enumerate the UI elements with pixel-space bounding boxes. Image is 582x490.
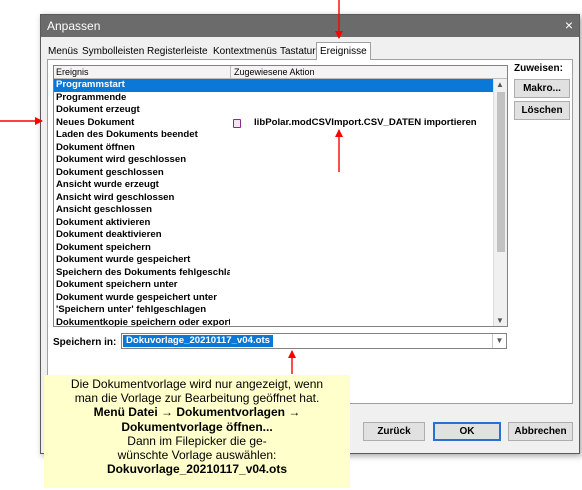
vertical-scrollbar[interactable]: ▲ ▼ (493, 79, 507, 326)
event-row[interactable]: Ansicht wird geschlossen (54, 192, 494, 205)
note-line: Dokumentvorlage öffnen... (121, 419, 273, 434)
event-name: Dokument öffnen (56, 141, 135, 153)
macro-icon (233, 118, 241, 128)
event-row[interactable]: Dokument wurde gespeichert (54, 254, 494, 267)
assign-label: Zuweisen: (514, 63, 563, 74)
event-name: Dokument aktivieren (56, 216, 151, 228)
event-name: Dokument deaktivieren (56, 229, 162, 240)
tab-toolbars[interactable]: Symbolleisten (81, 44, 145, 59)
event-row[interactable]: Dokument aktivieren (54, 217, 494, 230)
chevron-down-icon[interactable]: ▼ (492, 334, 506, 348)
event-name: Dokument erzeugt (56, 104, 140, 115)
event-row[interactable]: Dokument wurde gespeichert unter (54, 292, 494, 305)
note-line: Dann im Filepicker die ge- (127, 433, 267, 448)
event-row[interactable]: Neues Dokument libPolar.modCSVImport.CSV_… (54, 117, 494, 130)
tab-bar: Menüs Symbolleisten Registerleiste Konte… (47, 42, 517, 60)
cancel-button[interactable]: Abbrechen (508, 422, 573, 441)
event-name: Laden des Dokuments beendet (56, 129, 198, 140)
close-icon[interactable]: × (565, 17, 573, 33)
event-name: 'Speichern unter' fehlgeschlagen (56, 304, 207, 315)
macro-button[interactable]: Makro... (514, 79, 570, 98)
save-in-select[interactable]: Dokuvorlage_20210117_v04.ots ▼ (121, 333, 507, 349)
event-row[interactable]: 'Speichern unter' fehlgeschlagen (54, 304, 494, 317)
event-row[interactable]: Dokument erzeugt (54, 104, 494, 117)
event-row[interactable]: Dokument deaktivieren (54, 229, 494, 242)
event-name: Programmstart (56, 79, 125, 90)
save-in-label: Speichern in: (53, 337, 117, 348)
tab-menus[interactable]: Menüs (47, 44, 79, 59)
event-row[interactable]: Dokument speichern (54, 242, 494, 255)
event-name: Ansicht wird geschlossen (56, 191, 175, 203)
event-name: Dokument wird geschlossen (56, 154, 187, 165)
dialog-title: Anpassen (47, 19, 101, 33)
event-name: Dokument speichern unter (56, 279, 178, 290)
tab-events[interactable]: Ereignisse (316, 42, 371, 60)
event-name: Ansicht geschlossen (56, 204, 152, 215)
scroll-down-icon[interactable]: ▼ (496, 316, 504, 326)
event-row[interactable]: Laden des Dokuments beendet (54, 129, 494, 142)
assigned-action: libPolar.modCSVImport.CSV_DATEN importie… (254, 116, 477, 128)
event-row[interactable]: Dokumentkopie speichern oder exportieren (54, 316, 494, 327)
note-line: Menü Datei → Dokumentvorlagen → (93, 405, 301, 420)
column-header-action[interactable]: Zugewiesene Aktion (234, 66, 315, 78)
event-row[interactable]: Dokument geschlossen (54, 167, 494, 180)
ok-button[interactable]: OK (433, 422, 501, 441)
event-row[interactable]: Dokument öffnen (54, 142, 494, 155)
event-row[interactable]: Ansicht geschlossen (54, 204, 494, 217)
reset-button[interactable]: Zurück (363, 422, 425, 441)
event-rows: Programmstart Programmende Dokument erzeug… (54, 79, 494, 327)
event-row[interactable]: Programmende (54, 92, 494, 105)
scroll-thumb[interactable] (497, 92, 505, 252)
event-row[interactable]: Ansicht wurde erzeugt (54, 179, 494, 192)
title-bar: Anpassen × (41, 15, 579, 37)
event-name: Dokument wurde gespeichert (56, 254, 191, 265)
note-line: man die Vorlage zur Bearbeitung geöffnet… (74, 391, 320, 406)
list-header: Ereignis Zugewiesene Aktion (54, 66, 507, 79)
event-name: Dokument geschlossen (56, 166, 164, 178)
event-row[interactable]: Dokument speichern unter (54, 279, 494, 292)
event-name: Dokumentkopie speichern oder exportieren (56, 316, 230, 327)
event-row[interactable]: Dokument wird geschlossen (54, 154, 494, 167)
event-name: Speichern des Dokuments fehlgeschlagen (56, 266, 230, 278)
note-line: Die Dokumentvorlage wird nur angezeigt, … (70, 377, 324, 391)
column-header-event[interactable]: Ereignis (56, 66, 89, 78)
event-name: Programmende (56, 91, 127, 103)
note-line: wünschte Vorlage auswählen: (117, 448, 277, 463)
note-line: Dokuvorlage_20210117_v04.ots (106, 462, 288, 477)
tab-context-menus[interactable]: Kontextmenüs (212, 44, 278, 59)
save-in-value: Dokuvorlage_20210117_v04.ots (123, 335, 273, 347)
delete-button[interactable]: Löschen (514, 101, 570, 120)
event-name: Ansicht wurde erzeugt (56, 179, 159, 190)
annotation-note: Die Dokumentvorlage wird nur angezeigt, … (44, 375, 350, 488)
events-list[interactable]: Ereignis Zugewiesene Aktion Programmstar… (53, 65, 508, 327)
scroll-up-icon[interactable]: ▲ (496, 80, 504, 90)
column-divider[interactable] (230, 66, 231, 78)
event-row[interactable]: Programmstart (54, 79, 494, 92)
event-name: Dokument speichern (56, 241, 151, 253)
tab-tabbar[interactable]: Registerleiste (146, 44, 209, 59)
event-name: Neues Dokument (56, 116, 135, 128)
event-name: Dokument wurde gespeichert unter (56, 291, 217, 303)
event-row[interactable]: Speichern des Dokuments fehlgeschlagen (54, 267, 494, 280)
tab-keyboard[interactable]: Tastatur (279, 44, 317, 59)
